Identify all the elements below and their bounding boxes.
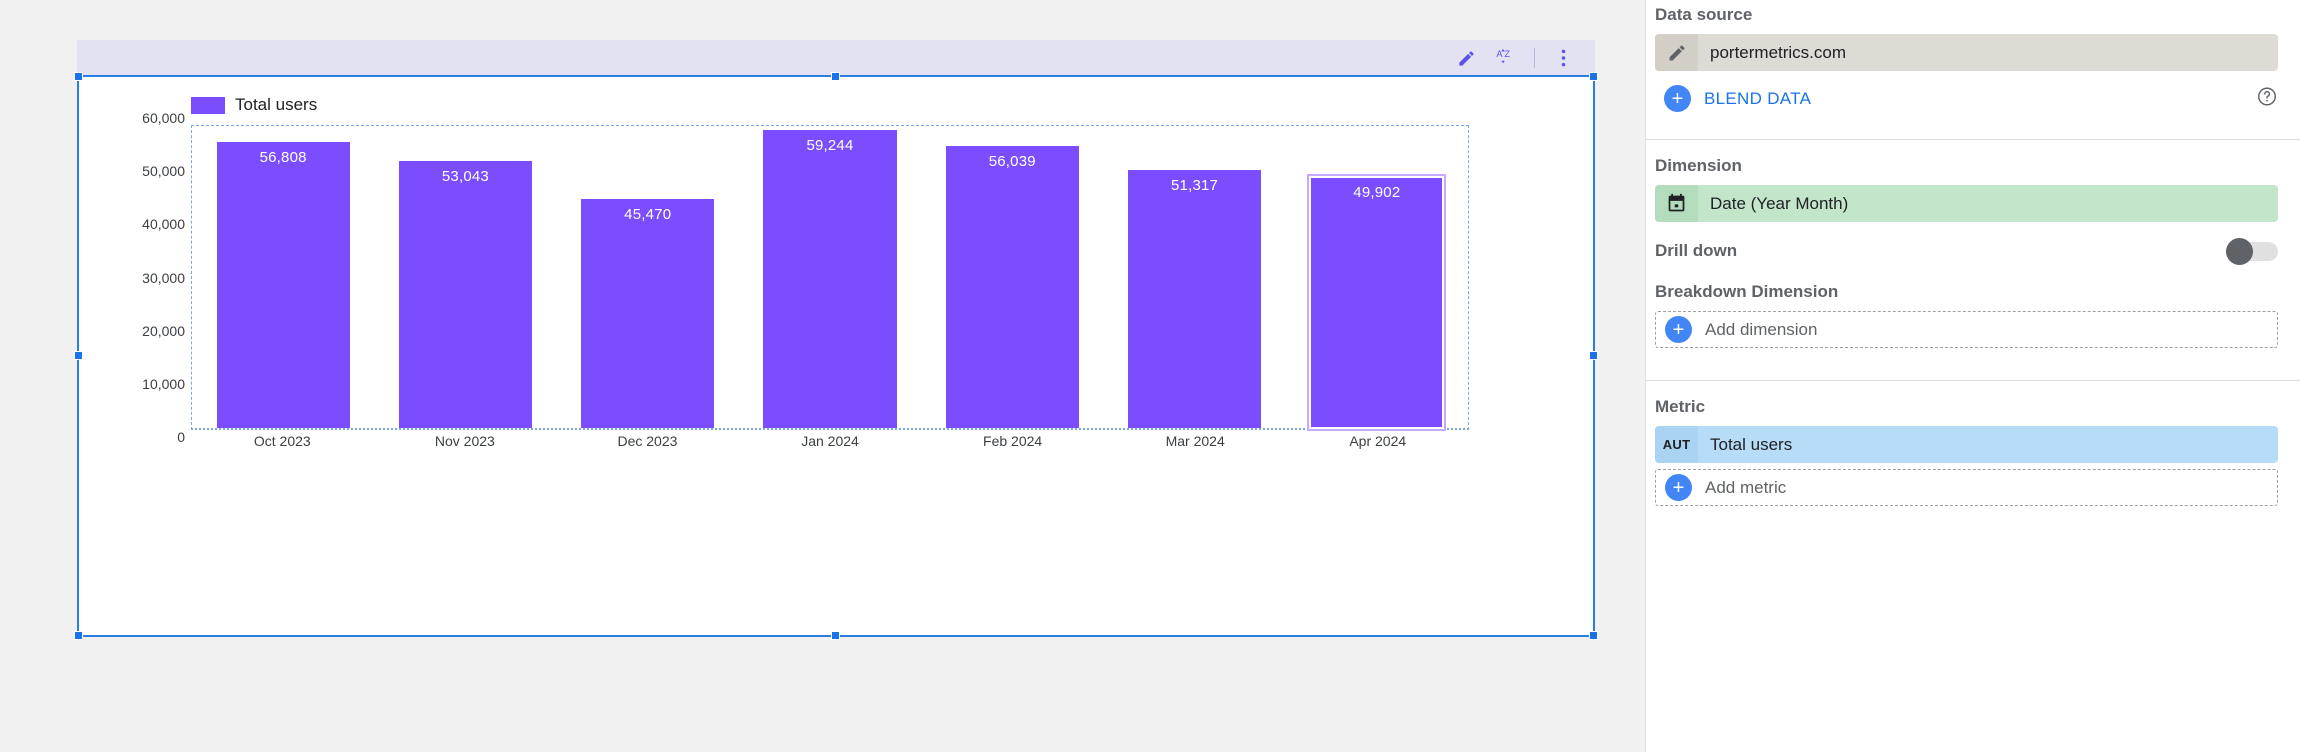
- more-vertical-icon: [1561, 48, 1566, 68]
- data-source-chip[interactable]: portermetrics.com: [1655, 34, 2278, 71]
- y-tick-label: 50,000: [142, 163, 185, 180]
- add-dimension-button[interactable]: + Add dimension: [1655, 311, 2278, 348]
- bar-value-label: 49,902: [1353, 183, 1401, 201]
- x-axis: Oct 2023 Nov 2023 Dec 2023 Jan 2024 Feb …: [191, 433, 1469, 457]
- resize-handle-bottom-right[interactable]: [1589, 631, 1598, 640]
- dimension-title: Dimension: [1655, 156, 1742, 175]
- metric-value: Total users: [1710, 434, 1793, 454]
- y-tick-label: 20,000: [142, 322, 185, 339]
- bar-nov-2023[interactable]: 53,043: [398, 161, 532, 428]
- metric-chip[interactable]: AUT Total users: [1655, 426, 2278, 463]
- metric-type-badge: AUT: [1655, 426, 1698, 463]
- toggle-knob: [2226, 237, 2253, 265]
- drill-down-label: Drill down: [1655, 241, 1738, 260]
- svg-text:Z: Z: [1504, 49, 1510, 59]
- plus-icon: +: [1665, 474, 1692, 501]
- resize-handle-middle-right[interactable]: [1589, 351, 1598, 360]
- x-tick-label: Jan 2024: [801, 433, 859, 449]
- bar-oct-2023[interactable]: 56,808: [216, 142, 350, 428]
- bar-dec-2023[interactable]: 45,470: [581, 199, 715, 428]
- bar-slot[interactable]: 59,244: [739, 126, 921, 428]
- resize-handle-bottom-center[interactable]: [831, 631, 840, 640]
- bar-value-label: 59,244: [806, 136, 854, 154]
- resize-handle-top-right[interactable]: [1589, 72, 1598, 81]
- legend-swatch-total-users: [191, 96, 225, 114]
- blend-data-label: BLEND DATA: [1704, 88, 1812, 108]
- bar-slot[interactable]: 56,039: [921, 126, 1103, 428]
- bar-value-label: 45,470: [624, 206, 672, 224]
- drill-down-toggle[interactable]: [2226, 237, 2278, 265]
- chart-legend: Total users: [191, 95, 317, 115]
- properties-panel: Data source portermetrics.com + BLEND DA…: [1645, 0, 2300, 752]
- app-root: A Z Total users 60,000 50,000 40,000 30,…: [0, 0, 2300, 752]
- plot-area: 56,808 53,043 45,470 59,244 56,039 51,31…: [191, 125, 1469, 430]
- bar-apr-2024[interactable]: 49,902: [1309, 175, 1445, 430]
- y-tick-label: 60,000: [142, 110, 185, 126]
- resize-handle-top-left[interactable]: [74, 72, 83, 81]
- bar-value-label: 56,808: [259, 149, 307, 167]
- resize-handle-top-center[interactable]: [831, 72, 840, 81]
- pencil-icon: [1457, 49, 1476, 68]
- x-tick-label: Mar 2024: [1165, 433, 1225, 449]
- chart-component-toolbar[interactable]: A Z: [77, 40, 1595, 76]
- drill-down-row: Drill down: [1655, 236, 2278, 266]
- data-source-section: Data source portermetrics.com + BLEND DA…: [1646, 0, 2300, 117]
- metric-title: Metric: [1655, 397, 1706, 416]
- sort-az-icon: A Z: [1495, 48, 1517, 68]
- dimension-chip[interactable]: Date (Year Month): [1655, 185, 2278, 222]
- bar-value-label: 53,043: [441, 168, 489, 186]
- plus-icon: +: [1664, 85, 1691, 112]
- bar-chart[interactable]: Total users 60,000 50,000 40,000 30,000 …: [79, 77, 1593, 635]
- bar-feb-2024[interactable]: 56,039: [945, 145, 1079, 428]
- bar-slot-selected[interactable]: 49,902: [1286, 126, 1468, 430]
- edit-chart-button[interactable]: [1446, 43, 1486, 73]
- add-metric-button[interactable]: + Add metric: [1655, 469, 2278, 506]
- y-axis: 60,000 50,000 40,000 30,000 20,000 10,00…: [97, 110, 185, 445]
- calendar-icon: [1655, 185, 1698, 222]
- help-circle-icon[interactable]: [2256, 85, 2278, 112]
- bar-value-label: 51,317: [1171, 176, 1219, 194]
- y-tick-label: 0: [177, 429, 185, 445]
- bar-mar-2024[interactable]: 51,317: [1128, 169, 1262, 428]
- bar-slot[interactable]: 53,043: [374, 126, 556, 428]
- bar-series-total-users: 56,808 53,043 45,470 59,244 56,039 51,31…: [192, 126, 1468, 430]
- add-metric-label: Add metric: [1705, 477, 1787, 497]
- dimension-section: Dimension Date (Year Month) Drill down: [1646, 140, 2300, 266]
- pencil-icon: [1655, 34, 1698, 71]
- plus-icon: +: [1665, 316, 1692, 343]
- bar-slot[interactable]: 45,470: [557, 126, 739, 428]
- sort-button[interactable]: A Z: [1486, 43, 1526, 73]
- x-tick-label: Oct 2023: [253, 433, 311, 449]
- resize-handle-middle-left[interactable]: [74, 351, 83, 360]
- breakdown-dimension-section: Breakdown Dimension + Add dimension: [1646, 266, 2300, 348]
- toolbar-divider: [1534, 48, 1535, 68]
- add-dimension-label: Add dimension: [1705, 319, 1818, 339]
- resize-handle-bottom-left[interactable]: [74, 631, 83, 640]
- y-tick-label: 40,000: [142, 216, 185, 233]
- legend-label-total-users: Total users: [235, 95, 318, 114]
- bar-slot[interactable]: 56,808: [192, 126, 374, 428]
- report-canvas[interactable]: A Z Total users 60,000 50,000 40,000 30,…: [0, 0, 1645, 752]
- chart-component[interactable]: Total users 60,000 50,000 40,000 30,000 …: [74, 72, 1598, 640]
- metric-section: Metric AUT Total users + Add metric: [1646, 381, 2300, 506]
- breakdown-dimension-title: Breakdown Dimension: [1655, 282, 1839, 301]
- x-tick-label: Feb 2024: [983, 433, 1043, 449]
- x-tick-label: Dec 2023: [617, 433, 678, 449]
- x-tick-label: Apr 2024: [1349, 433, 1407, 449]
- data-source-value: portermetrics.com: [1710, 42, 1847, 62]
- y-tick-label: 30,000: [142, 269, 185, 286]
- x-tick-label: Nov 2023: [434, 433, 495, 449]
- bar-jan-2024[interactable]: 59,244: [763, 129, 897, 428]
- y-tick-label: 10,000: [142, 375, 185, 392]
- bar-slot[interactable]: 51,317: [1103, 126, 1285, 428]
- blend-data-row[interactable]: + BLEND DATA: [1655, 80, 2278, 117]
- more-options-button[interactable]: [1543, 43, 1583, 73]
- data-source-title: Data source: [1655, 5, 1753, 24]
- dimension-value: Date (Year Month): [1710, 193, 1849, 213]
- bar-value-label: 56,039: [988, 152, 1036, 170]
